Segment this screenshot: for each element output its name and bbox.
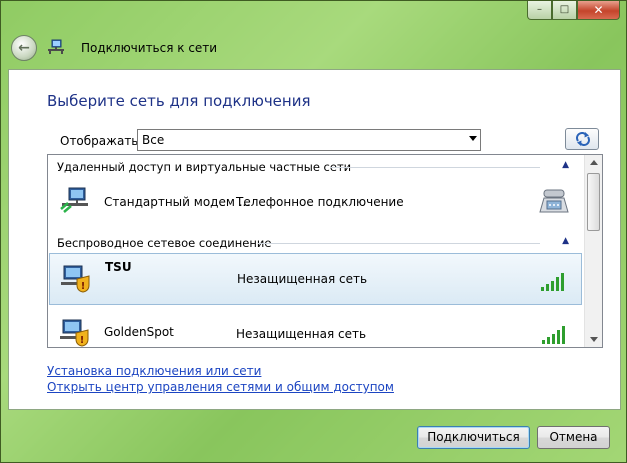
network-type: Незащищенная сеть <box>237 272 368 286</box>
cancel-button[interactable]: Отмена <box>537 426 610 449</box>
window-controls: – □ ✕ <box>527 1 620 21</box>
refresh-button[interactable] <box>565 128 599 150</box>
connect-to-network-window: – □ ✕ ← Подключиться к сети Выберите сет… <box>0 0 627 463</box>
list-item[interactable]: ! TSU Незащищенная сеть <box>49 253 582 305</box>
group-header-dialup-vpn[interactable]: Удаленный доступ и виртуальные частные с… <box>48 158 583 176</box>
content-panel: Выберите сеть для подключения Отображать… <box>8 69 621 410</box>
scroll-down-icon[interactable] <box>590 337 598 342</box>
network-center-link[interactable]: Открыть центр управления сетями и общим … <box>47 380 394 394</box>
show-filter-label: Отображать <box>60 134 139 148</box>
svg-text:!: ! <box>81 281 86 292</box>
scrollbar-thumb[interactable] <box>587 173 600 231</box>
back-button[interactable]: ← <box>11 35 37 61</box>
unsecured-network-icon: ! <box>60 319 89 347</box>
close-button[interactable]: ✕ <box>577 1 620 20</box>
collapse-icon[interactable]: ▲ <box>562 160 569 170</box>
title-bar: – □ ✕ <box>1 1 626 29</box>
back-arrow-icon: ← <box>18 40 30 56</box>
navigation-bar: ← Подключиться к сети <box>1 29 626 67</box>
page-heading: Выберите сеть для подключения <box>47 92 311 110</box>
chevron-down-icon <box>469 136 477 141</box>
network-name: Стандартный модем ... <box>104 195 251 209</box>
unsecured-network-icon: ! <box>61 265 90 293</box>
telephone-icon <box>539 189 569 213</box>
setup-connection-link[interactable]: Установка подключения или сети <box>47 364 261 378</box>
network-type: Незащищенная сеть <box>236 327 367 341</box>
window-title: Подключиться к сети <box>81 41 218 55</box>
show-filter-select[interactable]: Все <box>137 129 481 151</box>
network-connection-icon <box>60 187 88 213</box>
group-header-wireless[interactable]: Беспроводное сетевое соединение ▲ <box>48 234 583 252</box>
group-divider <box>258 243 540 244</box>
refresh-icon <box>576 132 590 146</box>
collapse-icon[interactable]: ▲ <box>562 236 569 246</box>
network-icon <box>48 39 64 54</box>
list-scrollbar[interactable] <box>584 155 602 347</box>
svg-text:!: ! <box>80 335 85 346</box>
signal-strength-icon <box>542 326 565 344</box>
network-name: GoldenSpot <box>104 325 174 339</box>
group-label: Удаленный доступ и виртуальные частные с… <box>57 160 352 174</box>
list-item[interactable]: Стандартный модем ... Телефонное подключ… <box>49 177 582 229</box>
network-name: TSU <box>105 260 132 274</box>
group-divider <box>330 167 540 168</box>
scroll-up-icon[interactable] <box>590 160 598 165</box>
minimize-button[interactable]: – <box>527 1 552 20</box>
signal-strength-icon <box>541 273 564 291</box>
network-list[interactable]: Удаленный доступ и виртуальные частные с… <box>47 154 603 348</box>
group-label: Беспроводное сетевое соединение <box>57 236 272 250</box>
list-item[interactable]: ! GoldenSpot Незащищенная сеть <box>49 311 582 347</box>
maximize-button[interactable]: □ <box>552 1 577 20</box>
connect-button[interactable]: Подключиться <box>417 426 530 449</box>
show-filter-value: Все <box>142 133 165 147</box>
network-type: Телефонное подключение <box>236 195 404 209</box>
